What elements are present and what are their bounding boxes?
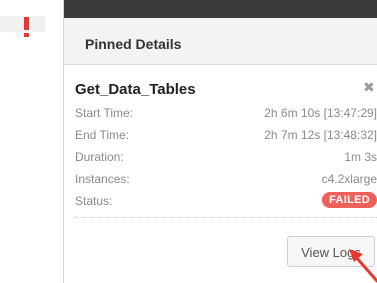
panel-title: Pinned Details — [85, 36, 182, 52]
alert-icon-bar — [24, 17, 29, 30]
detail-row-end-time: End Time: 2h 7m 12s [13:48:32] — [75, 128, 377, 144]
status-badge: FAILED — [322, 192, 377, 208]
detail-row-duration: Duration: 1m 3s — [75, 150, 377, 166]
red-arrow-icon — [349, 249, 377, 283]
detail-value: 2h 7m 12s [13:48:32] — [264, 128, 377, 142]
detail-label: Start Time: — [75, 106, 134, 120]
detail-row-start-time: Start Time: 2h 6m 10s [13:47:29] — [75, 106, 377, 122]
detail-label: Status: — [75, 194, 113, 208]
panel-header: Pinned Details — [64, 18, 377, 65]
detail-row-instances: Instances: c4.2xlarge — [75, 172, 377, 188]
detail-row-status: Status: FAILED — [75, 192, 377, 210]
close-icon[interactable]: ✖ — [363, 80, 375, 94]
alert-icon-dot — [24, 33, 29, 37]
job-name: Get_Data_Tables — [75, 81, 196, 98]
detail-value: 1m 3s — [344, 150, 377, 164]
detail-label: Instances: — [75, 172, 130, 186]
detail-value: 2h 6m 10s [13:47:29] — [264, 106, 377, 120]
alert-icon — [24, 17, 29, 37]
detail-label: End Time: — [75, 128, 130, 142]
top-bar — [64, 0, 377, 18]
pinned-job-card: Get_Data_Tables ✖ Start Time: 2h 6m 10s … — [64, 65, 377, 283]
detail-value: c4.2xlarge — [321, 172, 377, 186]
detail-label: Duration: — [75, 150, 124, 164]
sidebar-row[interactable] — [0, 16, 45, 32]
left-sidebar — [0, 0, 63, 283]
dotted-divider — [75, 217, 377, 218]
